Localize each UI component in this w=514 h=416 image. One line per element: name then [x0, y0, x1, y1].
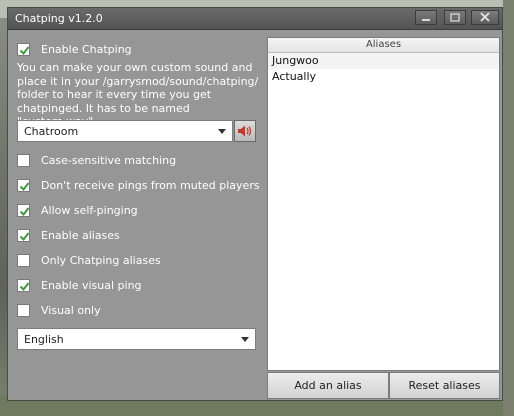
option-label: Visual only — [41, 303, 101, 317]
checkmark-icon — [19, 45, 30, 55]
option-label: Case-sensitive matching — [41, 153, 177, 167]
case-sensitive-checkbox[interactable]: Case-sensitive matching — [17, 152, 176, 168]
checkbox[interactable] — [17, 203, 30, 217]
reset-aliases-button[interactable]: Reset aliases — [389, 372, 500, 399]
chevron-down-icon — [218, 129, 226, 134]
language-selected-value: English — [24, 333, 64, 346]
checkmark-icon — [19, 206, 30, 216]
option-label: Only Chatping aliases — [41, 253, 161, 267]
checkbox[interactable] — [17, 253, 30, 267]
sound-selected-value: Chatroom — [24, 125, 79, 138]
close-button[interactable] — [471, 10, 499, 25]
chatping-window: Chatping v1.2.0 Enable Chatping You can … — [7, 7, 503, 401]
option-label: Enable visual ping — [41, 278, 142, 292]
list-item[interactable]: Actually — [268, 69, 499, 85]
maximize-icon — [450, 13, 460, 22]
chevron-down-icon — [241, 337, 249, 342]
add-alias-button[interactable]: Add an alias — [267, 372, 389, 399]
enable-aliases-checkbox[interactable]: Enable aliases — [17, 227, 120, 243]
checkbox[interactable] — [17, 178, 30, 192]
enable-chatping-label: Enable Chatping — [41, 42, 132, 56]
custom-sound-description: You can make your own custom sound and p… — [17, 61, 259, 128]
window-title: Chatping v1.2.0 — [15, 12, 103, 25]
background-right — [503, 0, 514, 416]
checkbox[interactable] — [17, 278, 30, 292]
enable-chatping-checkbox[interactable]: Enable Chatping — [17, 41, 132, 57]
checkmark-icon — [19, 231, 30, 241]
checkbox[interactable] — [17, 303, 30, 317]
list-item[interactable]: Jungwoo — [268, 53, 499, 69]
close-icon — [480, 12, 490, 22]
title-bar[interactable]: Chatping v1.2.0 — [8, 8, 502, 30]
checkbox[interactable] — [17, 153, 30, 167]
checkbox[interactable] — [17, 42, 30, 56]
option-label: Enable aliases — [41, 228, 120, 242]
speaker-icon — [238, 125, 252, 137]
checkmark-icon — [19, 181, 30, 191]
minimize-button[interactable] — [415, 10, 437, 25]
option-label: Don't receive pings from muted players — [41, 178, 260, 192]
option-label: Allow self-pinging — [41, 203, 138, 217]
language-dropdown[interactable]: English — [17, 328, 256, 350]
only-chatping-aliases-checkbox[interactable]: Only Chatping aliases — [17, 252, 161, 268]
minimize-icon — [422, 19, 430, 21]
sound-dropdown[interactable]: Chatroom — [17, 120, 233, 142]
self-pinging-checkbox[interactable]: Allow self-pinging — [17, 202, 138, 218]
visual-ping-checkbox[interactable]: Enable visual ping — [17, 277, 142, 293]
aliases-list[interactable]: Aliases Jungwoo Actually — [267, 37, 500, 371]
checkmark-icon — [19, 281, 30, 291]
maximize-button[interactable] — [444, 10, 466, 25]
play-sound-button[interactable] — [234, 120, 256, 142]
aliases-column-header[interactable]: Aliases — [268, 38, 499, 53]
muted-players-checkbox[interactable]: Don't receive pings from muted players — [17, 177, 260, 193]
visual-only-checkbox[interactable]: Visual only — [17, 302, 101, 318]
checkbox[interactable] — [17, 228, 30, 242]
